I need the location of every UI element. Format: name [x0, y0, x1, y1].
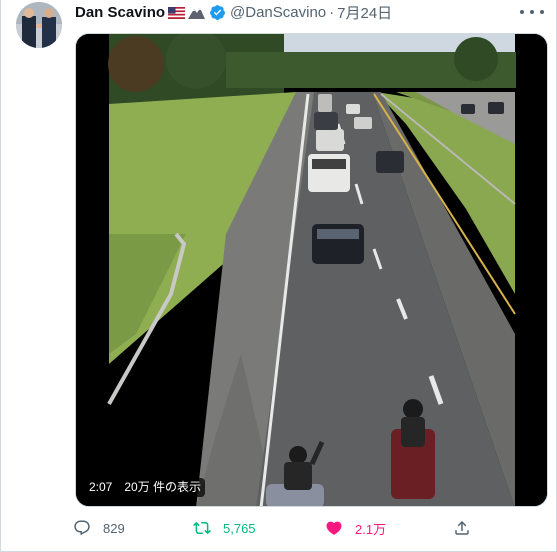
reply-icon	[74, 520, 90, 536]
author-name[interactable]: Dan Scavino	[75, 4, 165, 21]
reply-button[interactable]: 829	[73, 516, 125, 540]
retweet-count: 5,765	[223, 520, 256, 536]
share-button[interactable]	[453, 516, 483, 540]
mountain-icon	[188, 6, 206, 19]
us-flag-icon	[168, 6, 186, 19]
tweet-card[interactable]: Dan Scavino @DanScavino · 7月24日 2:07 20万…	[0, 0, 557, 552]
video-frame	[76, 34, 547, 506]
like-count: 2.1万	[355, 521, 387, 537]
verified-badge-icon	[209, 4, 226, 21]
video-view-count: 20万 件の表示	[120, 477, 206, 497]
video-duration: 2:07	[85, 477, 117, 497]
share-icon	[455, 520, 469, 535]
tweet-date[interactable]: 7月24日	[337, 2, 392, 23]
heart-icon	[326, 521, 342, 535]
tweet-header: Dan Scavino @DanScavino · 7月24日	[75, 2, 392, 22]
video-badges: 2:07 20万 件の表示	[85, 477, 206, 497]
separator-dot: ·	[329, 3, 335, 21]
tweet-actions: 829 5,765 2.1万	[73, 516, 548, 540]
retweet-button[interactable]: 5,765	[193, 516, 256, 540]
avatar[interactable]	[16, 2, 62, 48]
video-player[interactable]	[75, 33, 548, 507]
like-button[interactable]: 2.1万	[325, 516, 386, 540]
retweet-icon	[193, 521, 211, 535]
author-handle[interactable]: @DanScavino	[230, 4, 326, 21]
more-icon[interactable]	[520, 4, 544, 20]
reply-count: 829	[103, 520, 125, 536]
